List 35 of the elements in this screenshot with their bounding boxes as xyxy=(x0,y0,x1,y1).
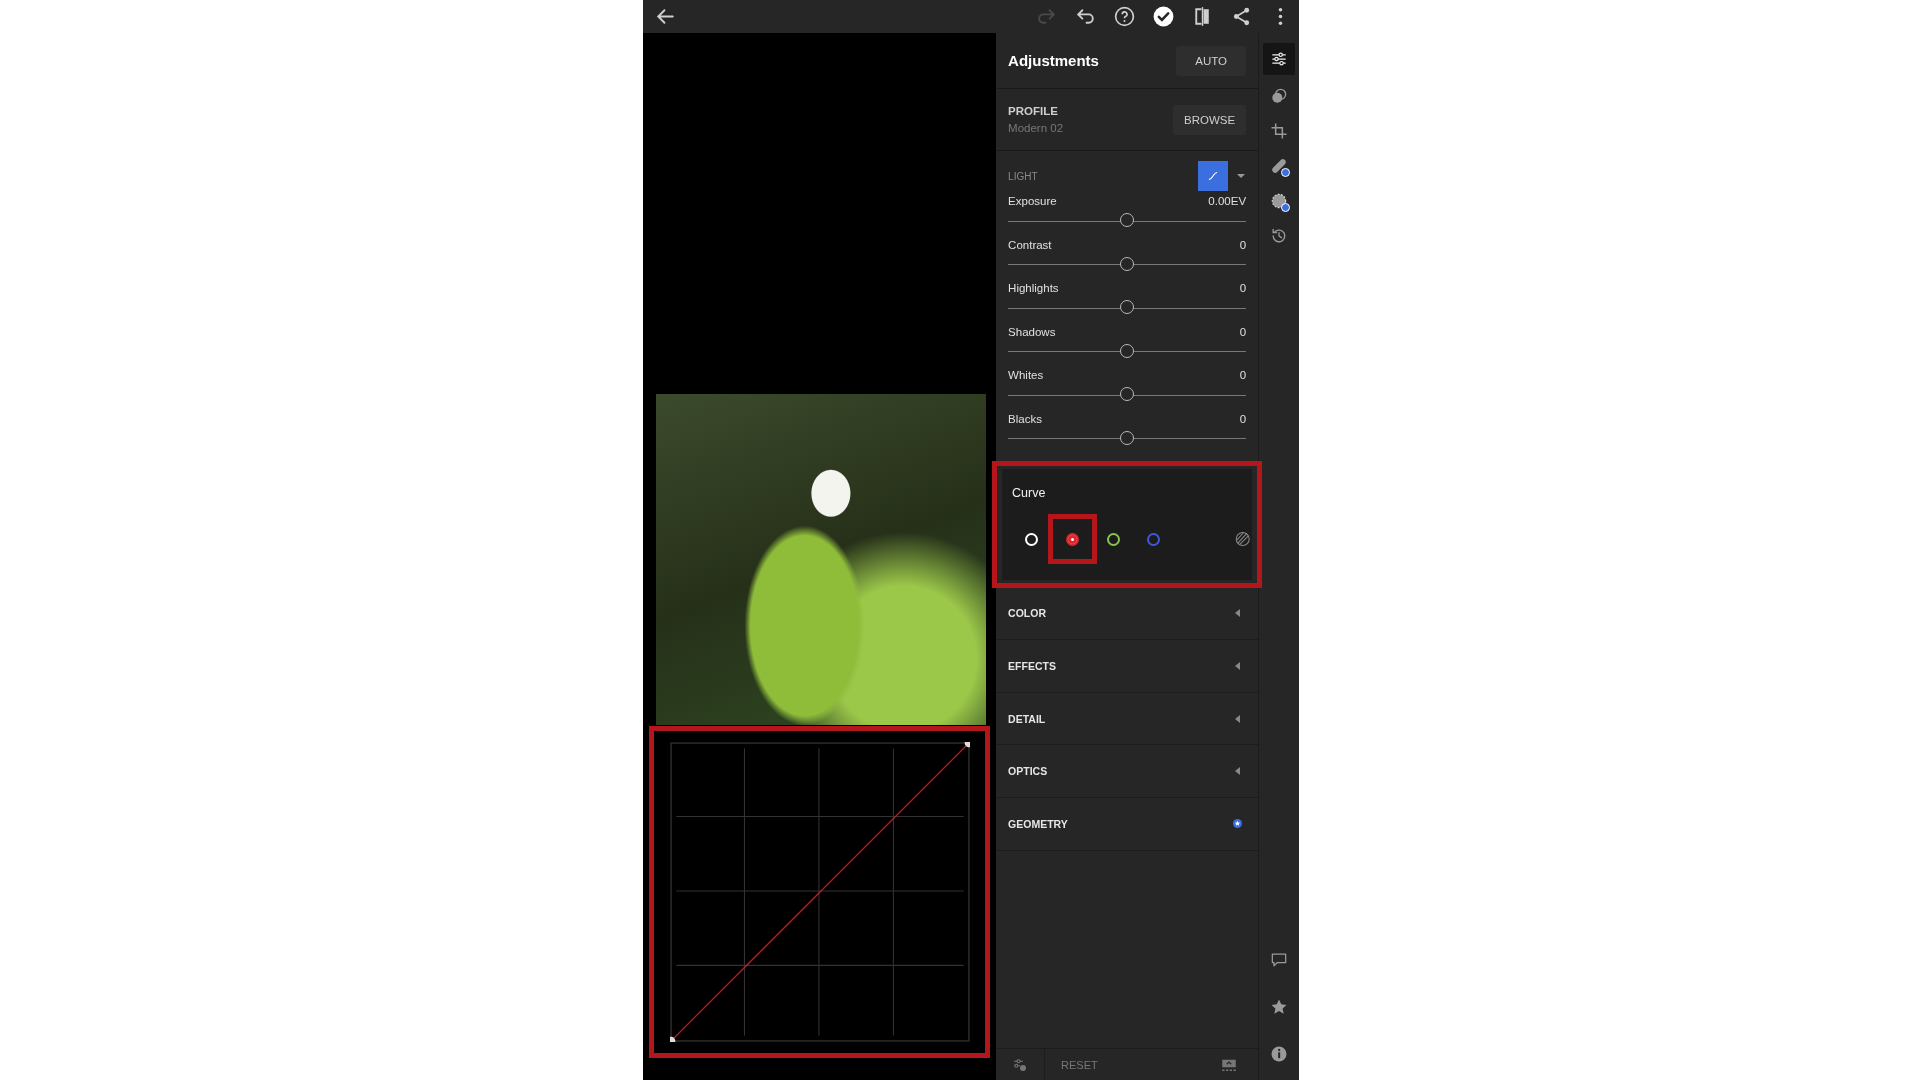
browse-button[interactable]: BROWSE xyxy=(1172,104,1247,135)
slider-thumb[interactable] xyxy=(1120,300,1135,315)
slider-thumb[interactable] xyxy=(1120,387,1135,402)
slider-value: 0.00EV xyxy=(1208,195,1247,207)
collapse-caret-icon xyxy=(1234,767,1243,776)
sliders-icon[interactable] xyxy=(1263,43,1296,75)
slider-label: Exposure xyxy=(1008,195,1057,207)
slider-thumb[interactable] xyxy=(1120,430,1135,445)
section-label: LIGHT xyxy=(1008,170,1039,182)
auto-button[interactable]: AUTO xyxy=(1176,45,1247,76)
slider-thumb[interactable] xyxy=(1120,213,1135,227)
curve-title: Curve xyxy=(1012,485,1047,502)
panel-title: Adjustments xyxy=(1008,52,1099,69)
slider-value: 0 xyxy=(1239,325,1247,338)
collapse-caret-icon xyxy=(1234,714,1243,723)
collapse-caret-icon xyxy=(1234,609,1243,618)
slider-label: Shadows xyxy=(1008,325,1056,338)
slider-label: Whites xyxy=(1008,369,1044,382)
help-icon[interactable] xyxy=(1112,4,1137,29)
slider-value: 0 xyxy=(1239,282,1247,295)
slider-value: 0 xyxy=(1239,412,1247,425)
checkmark-icon[interactable] xyxy=(1151,4,1176,29)
collapse-caret-icon xyxy=(1234,661,1243,670)
curve-toggle[interactable] xyxy=(1198,161,1229,191)
profile-value: Modern 02 xyxy=(1008,122,1064,134)
slider-label: Blacks xyxy=(1008,412,1042,425)
slider-label: Highlights xyxy=(1008,282,1059,295)
profile-label: PROFILE xyxy=(1008,105,1059,117)
slider-label: Contrast xyxy=(1008,238,1052,251)
slider-value: 0 xyxy=(1239,369,1247,382)
slider-thumb[interactable] xyxy=(1120,256,1135,271)
modified-star-icon xyxy=(1233,819,1243,829)
dropdown-caret-icon[interactable] xyxy=(1236,171,1247,181)
slider-thumb[interactable] xyxy=(1120,343,1135,358)
slider-value: 0 xyxy=(1239,238,1247,251)
